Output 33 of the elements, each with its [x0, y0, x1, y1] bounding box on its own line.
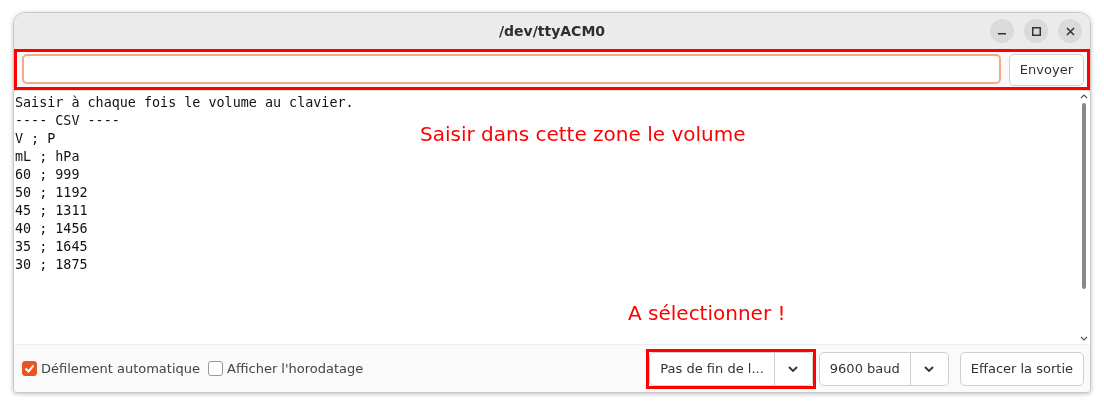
close-icon: [1065, 26, 1075, 36]
dropdown-button[interactable]: [774, 351, 813, 386]
checkbox[interactable]: [22, 361, 37, 376]
output-line: 40 ; 1456: [15, 220, 88, 238]
output-line: 50 ; 1192: [15, 184, 88, 202]
caret-icon: [787, 364, 800, 373]
maximize-button[interactable]: [1024, 19, 1048, 43]
send-button[interactable]: Envoyer: [1008, 54, 1084, 86]
checkbox[interactable]: [208, 361, 224, 376]
check-icon: [24, 363, 35, 374]
scroll-up-icon: [1080, 94, 1088, 99]
minimize-button[interactable]: [990, 19, 1014, 43]
output-line: Saisir à chaque fois le volume au clavier.: [15, 94, 354, 112]
window-title: /dev/ttyACM0: [498, 21, 606, 41]
output-line: mL ; hPa: [15, 148, 80, 166]
output-line: 60 ; 999: [15, 166, 80, 184]
output-line: ---- CSV ----: [15, 112, 120, 130]
output-line: V ; P: [15, 130, 56, 148]
output-line: 35 ; 1645: [15, 238, 88, 256]
close-button[interactable]: [1058, 19, 1082, 43]
caret-icon: [923, 364, 936, 373]
scroll-down-icon: [1080, 336, 1088, 341]
annotation-text: Saisir dans cette zone le volume: [420, 121, 746, 148]
checkbox-label[interactable]: Afficher l'horodatage: [227, 358, 364, 379]
clear-button[interactable]: Effacer la sortie: [959, 351, 1084, 386]
output-line: 30 ; 1875: [15, 256, 88, 274]
checkbox-label[interactable]: Défilement automatique: [41, 358, 201, 379]
baud-dropdown[interactable]: 9600 baud: [818, 351, 911, 386]
output-line: 45 ; 1311: [15, 202, 88, 220]
input-field[interactable]: [22, 54, 1001, 84]
line-ending-dropdown[interactable]: Pas de fin de l...: [649, 351, 775, 386]
annotation-text: A sélectionner !: [628, 300, 786, 327]
maximize-icon: [1031, 26, 1041, 36]
